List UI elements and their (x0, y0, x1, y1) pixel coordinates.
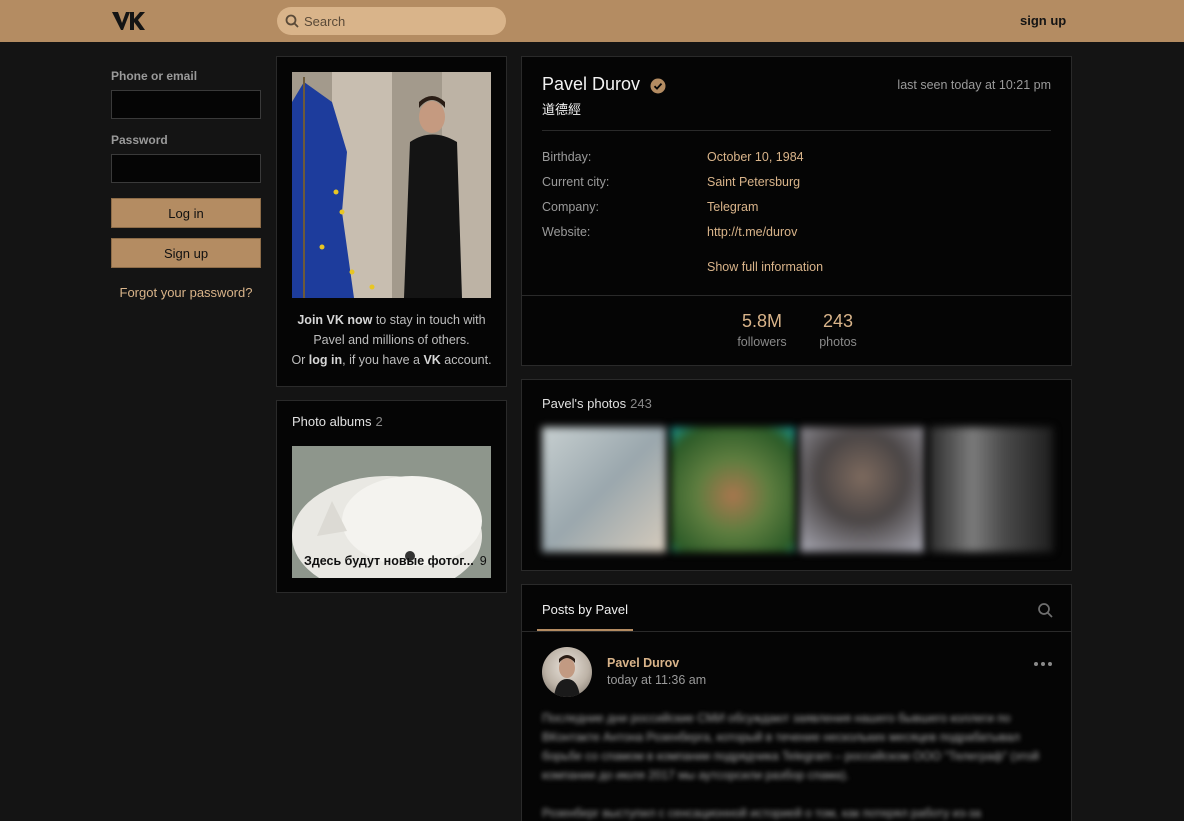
photo-thumbnail[interactable] (800, 427, 924, 552)
info-row-city: Current city: Saint Petersburg (542, 175, 801, 189)
photo-thumbnail[interactable] (542, 427, 666, 552)
search-icon (285, 14, 299, 28)
login-form: Phone or email Password Log in Sign up F… (111, 56, 261, 300)
info-row-website: Website: http://t.me/durov (542, 225, 798, 239)
post-time[interactable]: today at 11:36 am (607, 673, 706, 687)
search-input[interactable] (304, 12, 494, 30)
show-full-info-link[interactable]: Show full information (707, 260, 823, 274)
company-link[interactable]: Telegram (707, 200, 758, 214)
vk-logo-icon[interactable] (111, 10, 145, 32)
avatar-image (554, 655, 580, 697)
profile-status: 道德經 (542, 102, 582, 117)
post-text: Последние дни российские СМИ обсуждают з… (542, 711, 1040, 820)
album-caption: Здесь будут новые фотог... 9 (304, 554, 487, 568)
info-row-company: Company: Telegram (542, 200, 759, 214)
birthday-link[interactable]: October 10, 1984 (707, 150, 804, 164)
password-input[interactable] (111, 154, 261, 183)
login-button[interactable]: Log in (111, 198, 261, 228)
albums-header[interactable]: Photo albums 2 (292, 414, 383, 429)
login-link[interactable]: log in (309, 353, 342, 367)
phone-input[interactable] (111, 90, 261, 119)
avatar-card: Join VK now to stay in touch with Pavel … (276, 56, 507, 387)
website-link[interactable]: http://t.me/durov (707, 225, 797, 239)
photos-counter[interactable]: 243 photos (816, 311, 860, 349)
photo-thumbnail[interactable] (929, 427, 1053, 552)
join-text: Join VK now to stay in touch with Pavel … (291, 313, 492, 367)
tab-posts-by-pavel[interactable]: Posts by Pavel (542, 602, 628, 617)
profile-photo-image (292, 72, 491, 298)
last-seen: last seen today at 10:21 pm (897, 78, 1051, 92)
password-label: Password (111, 133, 168, 147)
more-dots-icon[interactable] (1033, 661, 1053, 667)
forgot-password-link[interactable]: Forgot your password? (111, 285, 261, 300)
phone-label: Phone or email (111, 69, 198, 83)
info-row-birthday: Birthday: October 10, 1984 (542, 150, 804, 164)
search-icon[interactable] (1037, 602, 1053, 618)
search-box[interactable] (277, 7, 506, 35)
photo-albums-card: Photo albums 2 Здесь будут новые фотог...… (276, 400, 507, 593)
verified-icon (650, 78, 666, 94)
profile-name: Pavel Durov (542, 74, 641, 94)
photo-thumbnail[interactable] (671, 427, 795, 552)
profile-card: Pavel Durov 道德經 last seen today at 10:21… (521, 56, 1072, 366)
signup-link[interactable]: sign up (1020, 13, 1066, 28)
avatar[interactable] (542, 647, 592, 697)
top-bar: sign up (0, 0, 1184, 42)
divider (522, 295, 1071, 296)
profile-photo[interactable] (292, 72, 491, 298)
join-link[interactable]: Join VK now (297, 313, 372, 327)
photos-header[interactable]: Pavel's photos 243 (542, 396, 652, 411)
divider (542, 130, 1051, 131)
posts-card: Posts by Pavel Pavel Durov today at 11:3… (521, 584, 1072, 821)
followers-counter[interactable]: 5.8M followers (734, 311, 790, 349)
signup-button[interactable]: Sign up (111, 238, 261, 268)
photos-card: Pavel's photos 243 (521, 379, 1072, 571)
post-author[interactable]: Pavel Durov (607, 656, 679, 670)
divider (522, 631, 1071, 632)
city-link[interactable]: Saint Petersburg (707, 175, 800, 189)
album-thumbnail[interactable]: Здесь будут новые фотог... 9 (292, 446, 491, 578)
